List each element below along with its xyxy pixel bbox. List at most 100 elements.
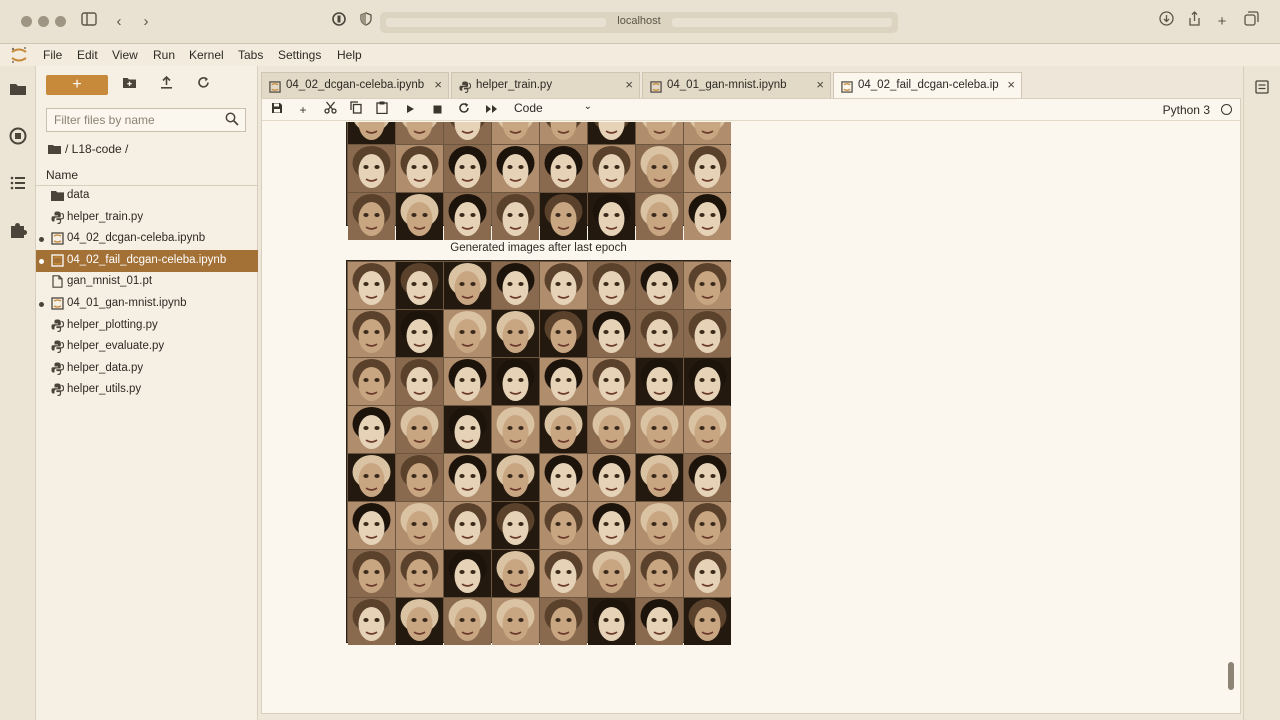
kernel-status-icon xyxy=(1221,104,1232,115)
generated-images-grid xyxy=(346,260,731,645)
generated-image-tile xyxy=(636,502,683,549)
download-icon[interactable] xyxy=(1155,11,1177,33)
close-icon[interactable]: × xyxy=(1007,77,1015,92)
tab-document[interactable]: helper_train.py × xyxy=(451,72,640,98)
browser-window: ‹ › localhost + File Edit View Run Kerne… xyxy=(0,0,1280,720)
file-name: helper_plotting.py xyxy=(67,318,158,331)
generated-image-tile xyxy=(684,122,731,144)
running-indicator-icon xyxy=(39,302,44,307)
file-row[interactable]: helper_evaluate.py xyxy=(36,336,258,358)
cut-icon[interactable] xyxy=(321,101,339,119)
menu-edit[interactable]: Edit xyxy=(77,48,98,62)
generated-image-tile xyxy=(636,454,683,501)
menu-settings[interactable]: Settings xyxy=(278,48,321,62)
tab-overview-icon[interactable] xyxy=(1240,11,1262,33)
shield-icon[interactable] xyxy=(355,11,377,33)
save-icon[interactable] xyxy=(268,101,286,119)
new-tab-icon[interactable]: + xyxy=(1211,11,1233,33)
menu-file[interactable]: File xyxy=(43,48,62,62)
close-icon[interactable]: × xyxy=(816,77,824,92)
generated-image-tile xyxy=(492,598,539,645)
menu-view[interactable]: View xyxy=(112,48,138,62)
upload-icon[interactable] xyxy=(155,75,177,95)
generated-image-tile xyxy=(540,454,587,501)
interrupt-kernel-icon[interactable] xyxy=(428,101,446,119)
forward-icon[interactable]: › xyxy=(135,11,157,33)
notebook-icon xyxy=(51,232,64,245)
minimize-window-button[interactable] xyxy=(38,16,49,27)
generated-image-tile xyxy=(492,262,539,309)
file-row[interactable]: gan_mnist_01.pt xyxy=(36,271,258,293)
file-name: helper_data.py xyxy=(67,361,144,374)
tab-label: 04_01_gan-mnist.ipynb xyxy=(667,79,787,91)
refresh-icon[interactable] xyxy=(192,75,214,95)
generated-image-tile xyxy=(540,598,587,645)
privacy-report-icon[interactable] xyxy=(328,11,350,33)
restart-kernel-icon[interactable] xyxy=(455,101,473,119)
notebook-icon xyxy=(841,80,853,93)
generated-image-tile xyxy=(684,193,731,240)
file-list-header[interactable]: Name xyxy=(36,164,258,186)
cell-type-dropdown[interactable]: Code ⌄ xyxy=(514,101,592,119)
property-inspector-icon[interactable] xyxy=(1255,80,1269,94)
kernel-name[interactable]: Python 3 xyxy=(1163,103,1210,117)
file-browser-icon[interactable] xyxy=(9,80,27,98)
file-row[interactable]: helper_utils.py xyxy=(36,379,258,401)
file-filter-input[interactable] xyxy=(47,109,215,131)
zoom-window-button[interactable] xyxy=(55,16,66,27)
column-name-header[interactable]: Name xyxy=(46,168,78,182)
back-icon[interactable]: ‹ xyxy=(108,11,130,33)
menu-tabs[interactable]: Tabs xyxy=(238,48,263,62)
running-indicator-icon xyxy=(39,258,44,264)
generated-image-tile xyxy=(444,193,491,240)
address-bar[interactable]: localhost xyxy=(380,12,898,33)
tab-document[interactable]: 04_02_fail_dcgan-celeba.ip × xyxy=(833,72,1022,99)
browser-toolbar: ‹ › localhost + xyxy=(0,0,1280,44)
copy-icon[interactable] xyxy=(347,101,365,119)
generated-image-tile xyxy=(684,550,731,597)
file-icon xyxy=(51,275,64,289)
menu-run[interactable]: Run xyxy=(153,48,175,62)
extensions-puzzle-icon[interactable] xyxy=(9,221,27,239)
file-row[interactable]: data xyxy=(36,185,258,207)
tab-document[interactable]: 04_02_dcgan-celeba.ipynb × xyxy=(261,72,449,98)
file-row[interactable]: helper_train.py xyxy=(36,207,258,229)
new-folder-icon[interactable] xyxy=(118,75,140,95)
file-row[interactable]: 04_02_fail_dcgan-celeba.ipynb xyxy=(36,249,258,272)
paste-icon[interactable] xyxy=(373,101,391,119)
breadcrumb[interactable]: / L18-code / xyxy=(48,142,128,156)
generated-image-tile xyxy=(492,145,539,192)
file-row[interactable]: 04_02_dcgan-celeba.ipynb xyxy=(36,228,258,250)
insert-cell-icon[interactable]: + xyxy=(294,101,312,119)
new-launcher-button[interactable]: + xyxy=(46,75,108,95)
breadcrumb-path[interactable]: / L18-code / xyxy=(65,142,128,156)
jupyter-logo-icon xyxy=(11,47,27,63)
notebook-panel: + Code ⌄ Python 3 Generated images after… xyxy=(261,98,1241,714)
tab-label: 04_02_fail_dcgan-celeba.ip xyxy=(858,79,999,91)
running-sessions-icon[interactable] xyxy=(9,127,27,145)
run-cell-icon[interactable] xyxy=(401,101,419,119)
sidebar-toggle-icon[interactable] xyxy=(78,11,100,33)
file-row[interactable]: helper_plotting.py xyxy=(36,315,258,337)
tab-document[interactable]: 04_01_gan-mnist.ipynb × xyxy=(642,72,831,98)
cell-output-area[interactable]: Generated images after last epoch xyxy=(262,122,1240,713)
share-icon[interactable] xyxy=(1183,11,1205,33)
menu-help[interactable]: Help xyxy=(337,48,362,62)
generated-image-tile xyxy=(444,122,491,144)
close-icon[interactable]: × xyxy=(625,77,633,92)
file-row[interactable]: 04_01_gan-mnist.ipynb xyxy=(36,293,258,315)
close-icon[interactable]: × xyxy=(434,77,442,92)
menu-kernel[interactable]: Kernel xyxy=(189,48,224,62)
folder-icon xyxy=(51,189,64,202)
left-activity-bar xyxy=(0,66,36,720)
close-window-button[interactable] xyxy=(21,16,32,27)
output-scrollbar[interactable] xyxy=(1228,662,1234,690)
restart-run-all-icon[interactable] xyxy=(482,101,500,119)
file-browser-panel: + / L18-code / Name data helper_train.py 0… xyxy=(36,66,258,720)
table-of-contents-icon[interactable] xyxy=(9,174,27,192)
file-filter-box xyxy=(46,108,246,132)
generated-image-tile xyxy=(684,358,731,405)
generated-image-tile xyxy=(348,358,395,405)
generated-image-tile xyxy=(588,358,635,405)
file-row[interactable]: helper_data.py xyxy=(36,358,258,380)
